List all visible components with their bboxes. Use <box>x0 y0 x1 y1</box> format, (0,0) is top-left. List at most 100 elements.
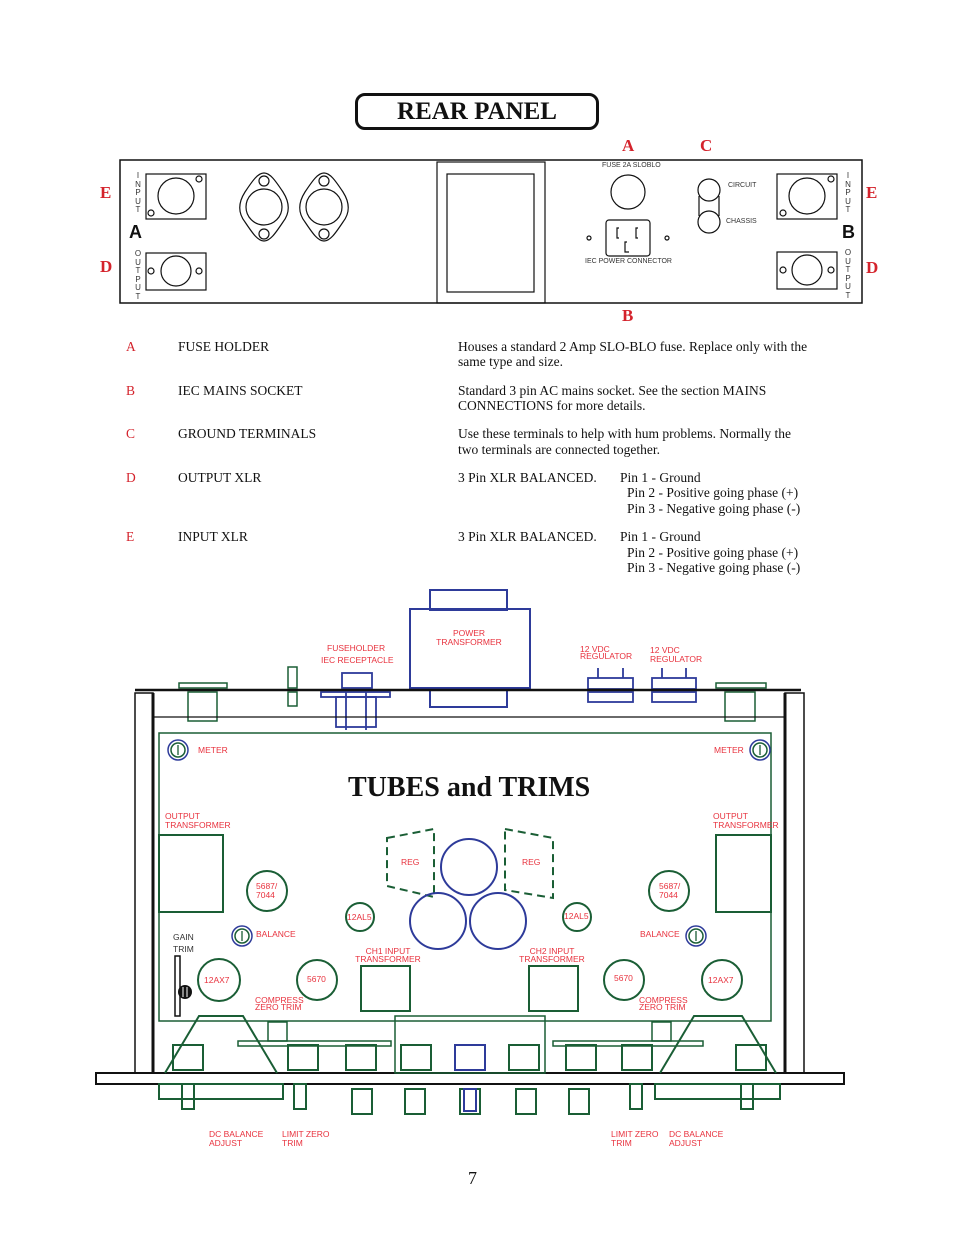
callout-c-top: C <box>700 136 713 155</box>
limit-zero-left-label: LIMIT ZERO TRIM <box>282 1130 330 1148</box>
regulator-2-shape <box>651 668 697 703</box>
balance-left-label: BALANCE <box>256 929 296 939</box>
legend-letter: A <box>126 339 136 354</box>
iec-connector-icon[interactable] <box>586 219 670 257</box>
legend-letter: C <box>126 426 136 441</box>
reg-left-label: REG <box>401 857 420 867</box>
input-label-a: INPUT <box>134 171 142 215</box>
balance-right-label: BALANCE <box>640 929 680 939</box>
fuseholder-label: FUSEHOLDER <box>327 643 386 653</box>
center-jack-blue <box>454 1044 486 1071</box>
input-letter: T <box>845 205 851 214</box>
label-line: TRIM <box>282 1138 303 1148</box>
callout-e-left: E <box>100 183 112 202</box>
legend-letter: E <box>126 529 135 544</box>
dc-balance-right-label: DC BALANCE ADJUST <box>669 1130 723 1148</box>
callout-e-right: E <box>866 183 878 202</box>
dc-balance-left-label: DC BALANCE ADJUST <box>209 1130 263 1148</box>
legend-desc-line: Pin 2 - Positive going phase (+) <box>627 485 799 500</box>
output-transformer-right-label: OUTPUT TRANSFORMER <box>713 812 779 830</box>
legend-name: IEC MAINS SOCKET <box>178 383 303 398</box>
meter-right-label: METER <box>714 745 744 755</box>
balance-trim-right[interactable] <box>685 925 707 947</box>
circuit-label: CIRCUIT <box>728 182 757 189</box>
callout-a-top: A <box>622 136 635 155</box>
diagram-drawings <box>95 159 863 1115</box>
callout-d-left: D <box>100 257 113 276</box>
label-line: TRIM <box>611 1138 632 1148</box>
limit-zero-right-label: LIMIT ZERO TRIM <box>611 1130 659 1148</box>
legend-desc-line: Houses a standard 2 Amp SLO-BLO fuse. Re… <box>458 339 808 354</box>
label-line: TRANSFORMER <box>436 637 502 647</box>
ch2-input-transformer-shape <box>528 965 579 1012</box>
ch1-input-label: CH1 INPUT TRANSFORMER <box>354 947 422 964</box>
label-line: ZERO TRIM <box>255 1002 302 1012</box>
legend-desc-line: Pin 1 - Ground <box>620 470 701 485</box>
to3-transistor-2 <box>299 172 349 242</box>
output-label-a: OUTPUT <box>134 249 142 301</box>
regulator-1-label: 12 VDC REGULATOR <box>580 645 633 661</box>
output-label-b: OUTPUT <box>844 248 852 300</box>
label-line: TRANSFORMER <box>713 820 779 830</box>
label-line: REGULATOR <box>580 651 633 661</box>
input-label-b: INPUT <box>844 171 852 215</box>
legend-desc-line: CONNECTIONS for more details. <box>458 398 646 413</box>
output-transformer-left-label: OUTPUT TRANSFORMER <box>165 812 231 830</box>
output-letter: T <box>845 290 851 300</box>
power-transformer-label: POWER TRANSFORMER <box>435 629 503 647</box>
legend-desc-line: Pin 1 - Ground <box>620 529 701 544</box>
tube-5687-left-label: 5687/7044 <box>256 882 277 900</box>
channel-b-label: B <box>842 222 855 242</box>
fuse-holder-icon[interactable] <box>610 174 646 210</box>
compress-right-label: COMPRESS ZERO TRIM <box>639 996 688 1012</box>
tube-12ax7-left-label: 12AX7 <box>204 975 230 985</box>
output-xlr-b <box>776 251 838 290</box>
tube-12al5-right-label: 12AL5 <box>564 911 589 921</box>
to3-transistor-1 <box>239 172 289 242</box>
filter-capacitors <box>409 838 527 950</box>
tube-12al5-left-label: 12AL5 <box>347 912 372 922</box>
meter-left-label: METER <box>198 745 228 755</box>
callout-b-bottom: B <box>622 306 634 325</box>
compress-left-label: COMPRESS ZERO TRIM <box>255 996 304 1012</box>
page-number: 7 <box>468 1168 477 1188</box>
legend-name: FUSE HOLDER <box>178 339 270 354</box>
ch1-input-transformer-shape <box>360 965 411 1012</box>
output-xlr-a <box>145 252 207 291</box>
label-line: ADJUST <box>209 1138 243 1148</box>
callout-d-right: D <box>866 258 879 277</box>
legend-name: INPUT XLR <box>178 529 248 544</box>
center-knob-blue[interactable] <box>463 1088 477 1112</box>
label-line: REGULATOR <box>650 654 703 664</box>
reg-right-label: REG <box>522 857 541 867</box>
meter-trim-left[interactable] <box>167 739 189 761</box>
top-small-parts <box>178 666 767 722</box>
legend-desc-line: same type and size. <box>458 354 563 369</box>
legend-desc-line: two terminals are connected together. <box>458 442 661 457</box>
legend-desc-line: Pin 3 - Negative going phase (-) <box>627 501 801 516</box>
tube-5670-left-label: 5670 <box>307 974 326 984</box>
output-transformer-left-shape <box>158 834 224 913</box>
fuseholder-receptacle-shape <box>320 672 391 730</box>
heatsink-panel-inner <box>446 173 535 293</box>
gain-trim-control[interactable] <box>174 955 192 1017</box>
output-transformer-right-shape <box>715 834 772 913</box>
balance-trim-left[interactable] <box>231 925 253 947</box>
meter-trim-right[interactable] <box>749 739 771 761</box>
input-xlr-b <box>776 173 838 220</box>
input-xlr-a <box>145 173 207 220</box>
gain-trim-label: GAIN TRIM <box>173 931 194 955</box>
iec-receptacle-label: IEC RECEPTACLE <box>321 655 394 665</box>
legend-desc-line: 3 Pin XLR BALANCED. <box>458 470 597 485</box>
iec-label: IEC POWER CONNECTOR <box>585 258 672 265</box>
legend-desc-line: Pin 2 - Positive going phase (+) <box>627 545 799 560</box>
label-line: TRANSFORMER <box>355 954 421 964</box>
heatsink-panel-outer <box>436 161 546 304</box>
fuse-label: FUSE 2A SLOBLO <box>602 162 661 169</box>
ground-terminals-icon[interactable] <box>697 178 721 234</box>
label-line: TRIM <box>173 944 194 954</box>
legend-desc-line: 3 Pin XLR BALANCED. <box>458 529 597 544</box>
label-line: ADJUST <box>669 1138 703 1148</box>
regulator-2-label: 12 VDC REGULATOR <box>650 646 702 664</box>
legend-desc-line: Use these terminals to help with hum pro… <box>458 426 791 441</box>
